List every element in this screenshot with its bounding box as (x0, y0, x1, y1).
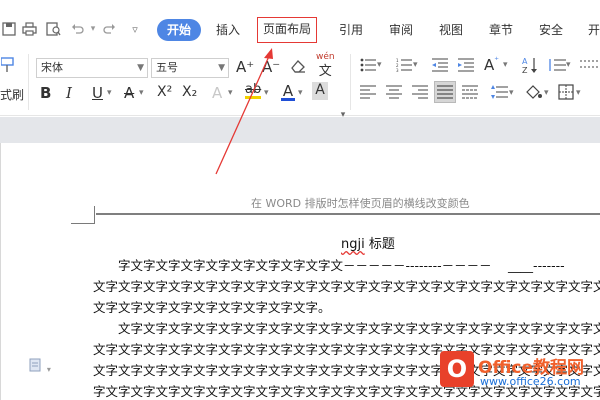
watermark-url: www.office26.com (480, 375, 581, 388)
annotation-arrow (215, 48, 273, 175)
office-logo-icon: O (440, 351, 474, 387)
watermark-logo: O Office教程网 www.office26.com (440, 348, 600, 396)
